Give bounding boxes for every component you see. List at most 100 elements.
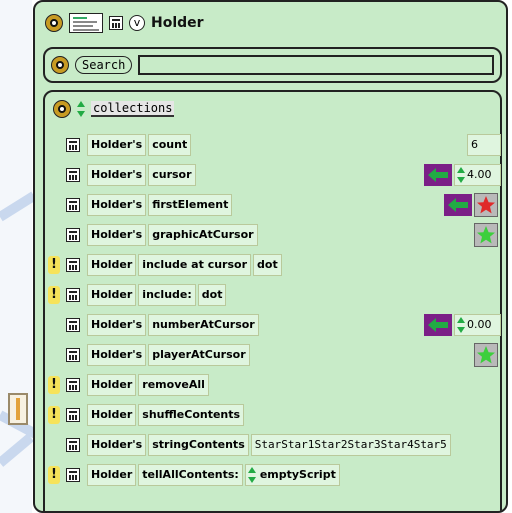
tile-object[interactable]: Holder's — [87, 134, 147, 156]
warning-icon: ! — [48, 256, 60, 274]
side-handle[interactable] — [8, 393, 28, 425]
green-star-icon[interactable] — [474, 223, 498, 247]
title-bar: v Holder — [37, 4, 504, 42]
warning-icon: ! — [48, 406, 60, 424]
tile-slot[interactable]: playerAtCursor — [148, 344, 250, 366]
tile-slot[interactable]: stringContents — [148, 434, 249, 456]
tile-object[interactable]: Holder — [87, 254, 137, 276]
up-down-arrows-icon[interactable] — [247, 467, 256, 483]
tile-group[interactable]: Holder removeAll — [87, 374, 209, 396]
calculator-icon[interactable] — [66, 168, 80, 182]
tile-command[interactable]: tellAllContents: — [138, 464, 243, 486]
warning-icon: ! — [48, 286, 60, 304]
tile-slot[interactable]: numberAtCursor — [148, 314, 259, 336]
tile-group[interactable]: Holder tellAllContents: emptyScript — [87, 464, 340, 486]
tile-object[interactable]: Holder's — [87, 434, 147, 456]
tile-object[interactable]: Holder's — [87, 224, 147, 246]
tile-group[interactable]: Holder's graphicAtCursor — [87, 224, 258, 246]
calculator-icon[interactable] — [66, 258, 80, 272]
calculator-icon[interactable] — [66, 408, 80, 422]
tile-group[interactable]: Holder's playerAtCursor — [87, 344, 250, 366]
tile-slot[interactable]: firstElement — [148, 194, 233, 216]
tile-command[interactable]: shuffleContents — [138, 404, 245, 426]
row-include-at-cursor: ! Holder include at cursor dot — [45, 252, 500, 278]
row-firstElement: Holder's firstElement — [45, 192, 500, 218]
tile-slot[interactable]: count — [148, 134, 192, 156]
search-menu-icon[interactable] — [51, 56, 69, 74]
tile-object[interactable]: Holder's — [87, 314, 147, 336]
string-value[interactable]: StarStar1Star2Star3Star4Star5 — [250, 434, 451, 456]
row-tellAllContents: ! Holder tellAllContents: emptyScript — [45, 462, 500, 488]
search-pane: Search — [43, 47, 502, 83]
window-title: Holder — [151, 15, 204, 31]
row-graphicAtCursor: Holder's graphicAtCursor — [45, 222, 500, 248]
green-left-arrow-icon[interactable] — [444, 194, 472, 216]
row-include: ! Holder include: dot — [45, 282, 500, 308]
number-value-text: 0.00 — [467, 318, 492, 331]
up-down-arrows-icon[interactable] — [77, 101, 85, 117]
count-value[interactable]: 6 — [467, 134, 501, 156]
tile-group[interactable]: Holder's stringContents StarStar1Star2St… — [87, 434, 451, 456]
calculator-icon[interactable] — [66, 378, 80, 392]
cursor-value-text: 4.00 — [467, 168, 492, 181]
script-name: emptyScript — [259, 468, 336, 481]
calculator-icon[interactable] — [66, 228, 80, 242]
tile-object[interactable]: Holder — [87, 404, 137, 426]
tile-group[interactable]: Holder include at cursor dot — [87, 254, 282, 276]
up-down-arrows-icon[interactable] — [457, 167, 465, 183]
row-playerAtCursor: Holder's playerAtCursor — [45, 342, 500, 368]
tile-command[interactable]: removeAll — [138, 374, 209, 396]
green-star-icon[interactable] — [474, 343, 498, 367]
tile-group[interactable]: Holder's numberAtCursor — [87, 314, 259, 336]
tile-argument[interactable]: emptyScript — [244, 464, 340, 486]
warning-icon: ! — [48, 376, 60, 394]
tile-object[interactable]: Holder's — [87, 164, 147, 186]
tile-command[interactable]: include: — [138, 284, 196, 306]
tile-object[interactable]: Holder — [87, 284, 137, 306]
red-star-icon[interactable] — [474, 193, 498, 217]
calculator-icon[interactable] — [66, 438, 80, 452]
search-input[interactable] — [138, 55, 494, 75]
tile-object[interactable]: Holder — [87, 374, 137, 396]
tile-group[interactable]: Holder shuffleContents — [87, 404, 245, 426]
green-left-arrow-icon[interactable] — [424, 314, 452, 336]
calculator-icon[interactable] — [66, 468, 80, 482]
calculator-icon[interactable] — [66, 348, 80, 362]
tile-group[interactable]: Holder's count — [87, 134, 192, 156]
halo-menu-icon[interactable] — [45, 14, 63, 32]
viewer-panel: v Holder Search collections Holder's cou… — [33, 0, 508, 513]
category-header: collections — [53, 100, 175, 118]
green-left-arrow-icon[interactable] — [424, 164, 452, 186]
cursor-value[interactable]: 4.00 — [454, 164, 501, 186]
tile-group[interactable]: Holder's firstElement — [87, 194, 233, 216]
tile-object[interactable]: Holder's — [87, 344, 147, 366]
tile-slot[interactable]: cursor — [148, 164, 196, 186]
tile-command[interactable]: include at cursor — [138, 254, 252, 276]
warning-icon: ! — [48, 466, 60, 484]
tile-object[interactable]: Holder — [87, 464, 137, 486]
tile-group[interactable]: Holder include: dot — [87, 284, 227, 306]
tile-argument[interactable]: dot — [197, 284, 227, 306]
tile-argument[interactable]: dot — [253, 254, 282, 276]
tile-slot[interactable]: graphicAtCursor — [148, 224, 258, 246]
tile-group[interactable]: Holder's cursor — [87, 164, 196, 186]
number-value[interactable]: 0.00 — [454, 314, 501, 336]
category-label[interactable]: collections — [91, 101, 175, 117]
viewer-menu-button[interactable]: v — [129, 15, 145, 31]
holder-thumbnail-icon[interactable] — [69, 13, 103, 33]
row-cursor: Holder's cursor 4.00 — [45, 162, 501, 188]
calculator-icon[interactable] — [109, 16, 123, 30]
row-shuffleContents: ! Holder shuffleContents — [45, 402, 500, 428]
category-pane: collections Holder's count 6 Holder's cu… — [43, 90, 502, 511]
row-numberAtCursor: Holder's numberAtCursor 0.00 — [45, 312, 501, 338]
calculator-icon[interactable] — [66, 198, 80, 212]
calculator-icon[interactable] — [66, 138, 80, 152]
row-count: Holder's count 6 — [45, 132, 501, 158]
row-removeAll: ! Holder removeAll — [45, 372, 500, 398]
up-down-arrows-icon[interactable] — [457, 317, 465, 333]
search-button[interactable]: Search — [75, 56, 133, 74]
calculator-icon[interactable] — [66, 288, 80, 302]
tile-object[interactable]: Holder's — [87, 194, 147, 216]
calculator-icon[interactable] — [66, 318, 80, 332]
category-menu-icon[interactable] — [53, 100, 71, 118]
